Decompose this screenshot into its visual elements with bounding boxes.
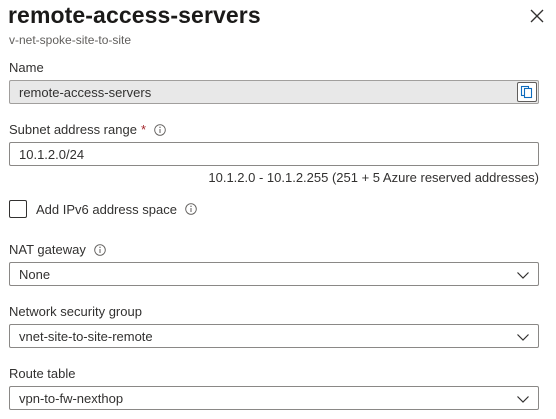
- nat-gateway-label: NAT gateway: [9, 242, 106, 257]
- route-table-label-text: Route table: [9, 366, 76, 381]
- subnet-label: Subnet address range *: [9, 122, 166, 137]
- ipv6-checkbox-row: Add IPv6 address space: [9, 200, 197, 218]
- nsg-value: vnet-site-to-site-remote: [19, 328, 153, 344]
- nsg-label: Network security group: [9, 304, 142, 319]
- subnet-address-input[interactable]: 10.1.2.0/24: [9, 142, 539, 166]
- route-table-dropdown[interactable]: vpn-to-fw-nexthop: [9, 386, 539, 410]
- info-icon[interactable]: [185, 203, 197, 215]
- page-title: remote-access-servers: [8, 2, 261, 28]
- name-label: Name: [9, 60, 44, 75]
- name-label-text: Name: [9, 60, 44, 75]
- chevron-down-icon: [517, 334, 529, 341]
- nat-gateway-value: None: [19, 266, 51, 282]
- ipv6-checkbox[interactable]: [9, 200, 27, 218]
- route-table-value: vpn-to-fw-nexthop: [19, 390, 124, 406]
- nat-gateway-label-text: NAT gateway: [9, 242, 86, 257]
- close-button[interactable]: [528, 7, 546, 25]
- copy-icon: [520, 85, 533, 99]
- name-field-value: remote-access-servers: [19, 84, 152, 100]
- nat-gateway-dropdown[interactable]: None: [9, 262, 539, 286]
- close-icon: [530, 9, 544, 23]
- chevron-down-icon: [517, 396, 529, 403]
- subnet-label-text: Subnet address range: [9, 122, 137, 137]
- page-subtitle: v-net-spoke-site-to-site: [9, 33, 132, 47]
- subnet-range-helper: 10.1.2.0 - 10.1.2.255 (251 + 5 Azure res…: [208, 170, 539, 185]
- copy-button[interactable]: [517, 82, 537, 102]
- name-field[interactable]: remote-access-servers: [9, 80, 539, 104]
- chevron-down-icon: [517, 272, 529, 279]
- required-marker: *: [140, 122, 146, 137]
- subnet-address-value: 10.1.2.0/24: [19, 146, 85, 162]
- ipv6-checkbox-label: Add IPv6 address space: [36, 201, 177, 217]
- info-icon[interactable]: [94, 243, 106, 256]
- info-icon[interactable]: [154, 123, 166, 136]
- nsg-label-text: Network security group: [9, 304, 142, 319]
- route-table-label: Route table: [9, 366, 76, 381]
- subnet-edit-panel: remote-access-servers v-net-spoke-site-t…: [0, 0, 556, 419]
- nsg-dropdown[interactable]: vnet-site-to-site-remote: [9, 324, 539, 348]
